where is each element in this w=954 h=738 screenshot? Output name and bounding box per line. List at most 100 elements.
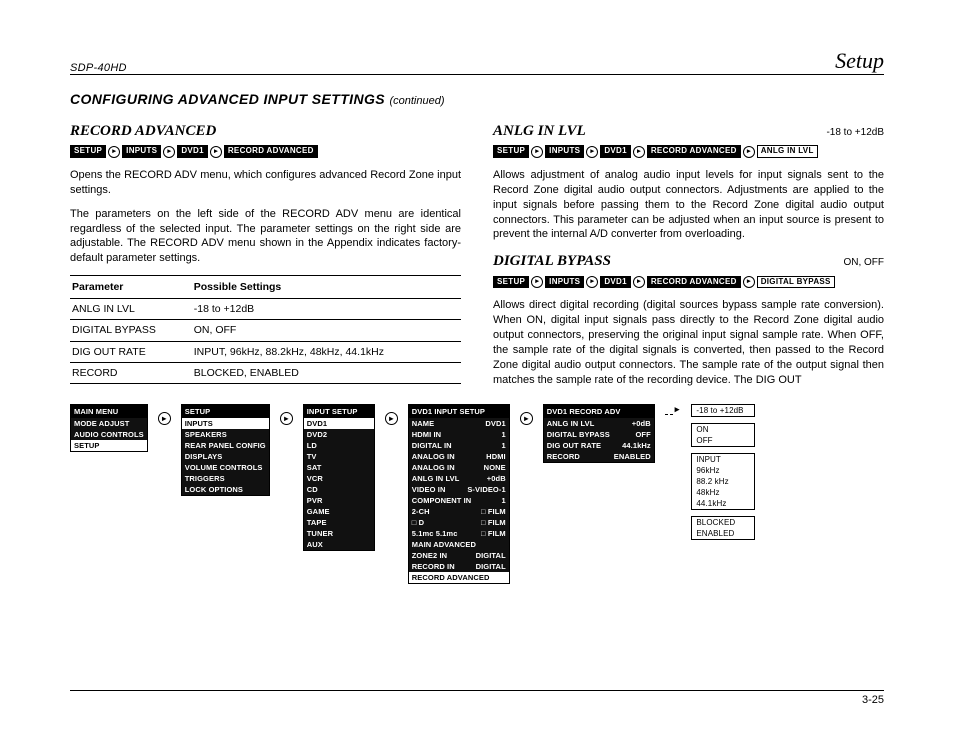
menu-title: DVD1 INPUT SETUP — [409, 405, 509, 418]
menu-item: COMPONENT IN1 — [409, 495, 509, 506]
menu-item-selected: RECORD ADVANCED — [409, 572, 509, 583]
option-boxes: -18 to +12dB ON OFF INPUT 96kHz 88.2 kHz… — [691, 404, 755, 540]
menu-item: REAR PANEL CONFIG — [182, 440, 269, 451]
menu-item: RECORD INDIGITAL — [409, 561, 509, 572]
table-row: DIG OUT RATEINPUT, 96kHz, 88.2kHz, 48kHz… — [70, 341, 461, 362]
section-label: Setup — [835, 48, 884, 74]
chevron-right-icon — [108, 146, 120, 158]
menu-item: GAME — [304, 506, 374, 517]
option-record: BLOCKED ENABLED — [691, 516, 755, 540]
subhead-record-advanced: RECORD ADVANCED — [70, 121, 461, 141]
menu-item: 2-CH□ FILM — [409, 506, 509, 517]
page-title: CONFIGURING ADVANCED INPUT SETTINGS (con… — [70, 91, 884, 109]
crumb-record-advanced: RECORD ADVANCED — [647, 145, 741, 158]
menu-flow-diagram: MAIN MENU MODE ADJUST AUDIO CONTROLS SET… — [70, 404, 884, 584]
menu-item: VCR — [304, 473, 374, 484]
menu-item: AUX — [304, 539, 374, 550]
menu-item: ZONE2 INDIGITAL — [409, 550, 509, 561]
menu-item: SAT — [304, 462, 374, 473]
menu-title: MAIN MENU — [71, 405, 147, 418]
menu-item: □ D□ FILM — [409, 517, 509, 528]
breadcrumb-anlg-in-lvl: SETUP INPUTS DVD1 RECORD ADVANCED ANLG I… — [493, 145, 884, 158]
crumb-setup: SETUP — [493, 276, 529, 289]
subhead-text: ANLG IN LVL — [493, 121, 586, 141]
menu-item-selected: SETUP — [71, 440, 147, 451]
table-row: ANLG IN LVL-18 to +12dB — [70, 299, 461, 320]
chevron-right-icon — [520, 412, 533, 425]
chevron-right-icon — [158, 412, 171, 425]
menu-item: RECORDENABLED — [544, 451, 654, 462]
menu-title: SETUP — [182, 405, 269, 418]
th-parameter: Parameter — [70, 276, 192, 299]
menu-item: DIGITAL BYPASSOFF — [544, 429, 654, 440]
chevron-right-icon — [633, 276, 645, 288]
menu-item: ANLG IN LVL+0dB — [544, 418, 654, 429]
model-label: SDP-40HD — [70, 62, 127, 74]
menu-title: DVD1 RECORD ADV — [544, 405, 654, 418]
th-settings: Possible Settings — [192, 276, 461, 299]
menu-item: MODE ADJUST — [71, 418, 147, 429]
crumb-record-advanced: RECORD ADVANCED — [224, 145, 318, 158]
menu-item: DIGITAL IN1 — [409, 440, 509, 451]
range-text: ON, OFF — [843, 256, 884, 270]
menu-main: MAIN MENU MODE ADJUST AUDIO CONTROLS SET… — [70, 404, 148, 452]
right-column: ANLG IN LVL -18 to +12dB SETUP INPUTS DV… — [493, 119, 884, 396]
chevron-right-icon — [385, 412, 398, 425]
menu-dvd1-input-setup: DVD1 INPUT SETUP NAMEDVD1 HDMI IN1 DIGIT… — [408, 404, 510, 584]
crumb-dvd1: DVD1 — [177, 145, 208, 158]
subhead-anlg-in-lvl: ANLG IN LVL -18 to +12dB — [493, 121, 884, 141]
chevron-right-icon — [743, 276, 755, 288]
menu-item: TRIGGERS — [182, 473, 269, 484]
crumb-anlg-in-lvl: ANLG IN LVL — [757, 145, 818, 158]
menu-item: NAMEDVD1 — [409, 418, 509, 429]
chevron-right-icon — [586, 276, 598, 288]
chevron-right-icon — [586, 146, 598, 158]
crumb-dvd1: DVD1 — [600, 145, 631, 158]
chevron-right-icon — [210, 146, 222, 158]
menu-item: VIDEO INS-VIDEO-1 — [409, 484, 509, 495]
menu-item-selected: INPUTS — [182, 418, 269, 429]
menu-item: AUDIO CONTROLS — [71, 429, 147, 440]
menu-item: ANLG IN LVL+0dB — [409, 473, 509, 484]
chevron-right-icon — [280, 412, 293, 425]
subhead-digital-bypass: DIGITAL BYPASS ON, OFF — [493, 251, 884, 271]
chevron-right-icon — [531, 276, 543, 288]
breadcrumb-digital-bypass: SETUP INPUTS DVD1 RECORD ADVANCED DIGITA… — [493, 276, 884, 289]
page-header: SDP-40HD Setup — [70, 48, 884, 75]
paragraph: The parameters on the left side of the R… — [70, 207, 461, 266]
menu-item: HDMI IN1 — [409, 429, 509, 440]
menu-item: DISPLAYS — [182, 451, 269, 462]
crumb-digital-bypass: DIGITAL BYPASS — [757, 276, 835, 289]
menu-item: ANALOG INNONE — [409, 462, 509, 473]
menu-item: CD — [304, 484, 374, 495]
menu-item: MAIN ADVANCED — [409, 539, 509, 550]
menu-item: ANALOG INHDMI — [409, 451, 509, 462]
option-rates: INPUT 96kHz 88.2 kHz 48kHz 44.1kHz — [691, 453, 755, 510]
option-onoff: ON OFF — [691, 423, 755, 447]
crumb-setup: SETUP — [70, 145, 106, 158]
table-row: DIGITAL BYPASSON, OFF — [70, 320, 461, 341]
range-text: -18 to +12dB — [826, 126, 884, 140]
paragraph: Allows adjustment of analog audio input … — [493, 168, 884, 242]
crumb-setup: SETUP — [493, 145, 529, 158]
crumb-record-advanced: RECORD ADVANCED — [647, 276, 741, 289]
chevron-right-icon — [633, 146, 645, 158]
menu-item: TAPE — [304, 517, 374, 528]
menu-item: DVD2 — [304, 429, 374, 440]
crumb-inputs: INPUTS — [545, 145, 584, 158]
subhead-text: DIGITAL BYPASS — [493, 251, 611, 271]
menu-title: INPUT SETUP — [304, 405, 374, 418]
crumb-inputs: INPUTS — [545, 276, 584, 289]
menu-item: 5.1mc 5.1mc□ FILM — [409, 528, 509, 539]
menu-item: VOLUME CONTROLS — [182, 462, 269, 473]
chevron-right-icon — [531, 146, 543, 158]
subhead-text: RECORD ADVANCED — [70, 121, 216, 141]
option-range: -18 to +12dB — [691, 404, 755, 417]
crumb-inputs: INPUTS — [122, 145, 161, 158]
menu-item: LD — [304, 440, 374, 451]
left-column: RECORD ADVANCED SETUP INPUTS DVD1 RECORD… — [70, 119, 461, 396]
title-continued: (continued) — [389, 95, 444, 107]
crumb-dvd1: DVD1 — [600, 276, 631, 289]
page-footer: 3-25 — [70, 690, 884, 706]
menu-item: SPEAKERS — [182, 429, 269, 440]
